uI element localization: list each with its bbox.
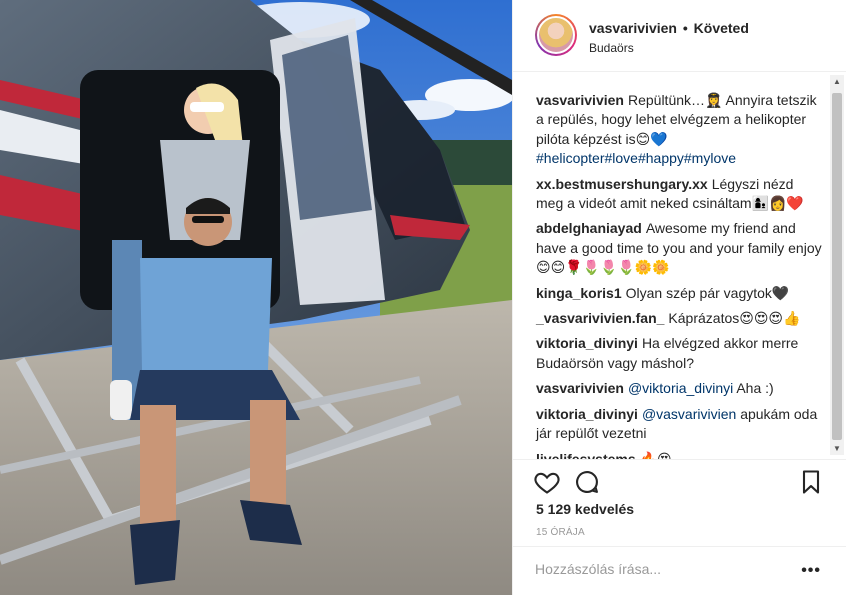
comment-icon[interactable] — [573, 468, 601, 496]
scrollbar-thumb[interactable] — [832, 93, 842, 440]
post-header: vasvarivivien • Követed Budaörs — [513, 0, 846, 72]
hashtag-link[interactable]: #helicopter#love#happy#mylove — [536, 150, 736, 166]
scroll-down-arrow-icon[interactable]: ▼ — [833, 444, 841, 453]
add-comment-bar: ••• — [513, 546, 846, 595]
comment-item: vasvarivivien @viktoria_divinyi Aha :) — [536, 379, 823, 398]
post-sidebar: vasvarivivien • Követed Budaörs vasvariv… — [512, 0, 846, 595]
comment-username[interactable]: viktoria_divinyi — [536, 406, 638, 422]
comment-item: viktoria_divinyi Ha elvégzed akkor merre … — [536, 334, 823, 373]
helicopter-photo-illustration — [0, 0, 512, 595]
comments-scrollbar[interactable]: ▲ ▼ — [830, 75, 844, 455]
action-bar — [513, 459, 846, 499]
location-link[interactable]: Budaörs — [589, 41, 634, 55]
bookmark-icon[interactable] — [797, 468, 825, 496]
comment-item: viktoria_divinyi @vasvarivivien apukám od… — [536, 405, 823, 444]
comment-text: Káprázatos😍😍😍👍 — [668, 310, 801, 327]
comment-username[interactable]: vasvarivivien — [536, 380, 624, 396]
header-user-line: vasvarivivien • Követed — [589, 20, 749, 36]
post-photo — [0, 0, 512, 595]
comments-list[interactable]: vasvarivivien Repültünk…👩‍✈️ Annyira tets… — [513, 73, 846, 459]
comment-item: livelifesystems 🔥😍 — [536, 450, 823, 460]
caption-comment: vasvarivivien Repültünk…👩‍✈️ Annyira tets… — [536, 91, 823, 169]
comment-item: kinga_koris1 Olyan szép pár vagytok🖤 — [536, 284, 823, 303]
comment-text: Olyan szép pár vagytok🖤 — [625, 284, 790, 301]
separator-dot: • — [682, 20, 688, 36]
follow-status-button[interactable]: Követed — [694, 20, 749, 36]
comment-username[interactable]: viktoria_divinyi — [536, 335, 638, 351]
comment-username[interactable]: _vasvarivivien.fan_ — [536, 310, 664, 326]
likes-count[interactable]: 5 129 kedvelés — [536, 501, 634, 517]
comment-text: Aha :) — [736, 380, 774, 397]
username-link[interactable]: vasvarivivien — [589, 20, 677, 36]
comment-input[interactable] — [535, 561, 785, 577]
comment-item: abdelghaniayad Awesome my friend and have… — [536, 219, 823, 277]
avatar-image — [537, 16, 575, 54]
comment-text: 🔥😍 — [639, 450, 672, 460]
scroll-up-arrow-icon[interactable]: ▲ — [833, 77, 841, 86]
comment-username[interactable]: abdelghaniayad — [536, 220, 642, 236]
comment-username[interactable]: xx.bestmusershungary.xx — [536, 176, 708, 192]
mention-link[interactable]: @vasvarivivien — [642, 406, 736, 422]
comment-item: _vasvarivivien.fan_ Káprázatos😍😍😍👍 — [536, 309, 823, 328]
mention-link[interactable]: @viktoria_divinyi — [628, 380, 733, 396]
comment-username[interactable]: livelifesystems — [536, 451, 636, 460]
avatar[interactable] — [535, 14, 577, 56]
comment-username[interactable]: vasvarivivien — [536, 92, 624, 108]
comment-username[interactable]: kinga_koris1 — [536, 285, 622, 301]
post-timestamp[interactable]: 15 ÓRÁJA — [536, 527, 585, 538]
heart-icon[interactable] — [533, 468, 561, 496]
more-options-icon[interactable]: ••• — [801, 563, 821, 579]
comment-item: xx.bestmusershungary.xx Légyszi nézd meg … — [536, 175, 823, 214]
